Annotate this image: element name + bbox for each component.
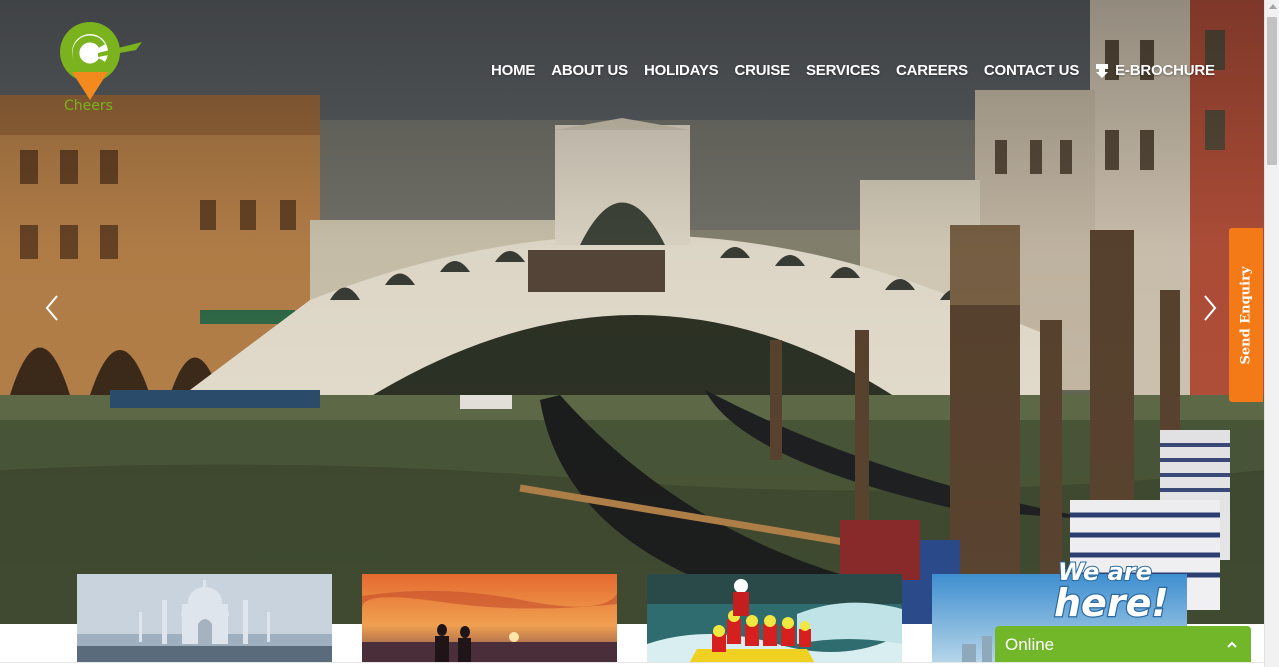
nav-services[interactable]: SERVICES bbox=[806, 62, 880, 79]
nav-holidays[interactable]: HOLIDAYS bbox=[644, 62, 719, 79]
nav-careers[interactable]: CAREERS bbox=[896, 62, 968, 79]
send-enquiry-label: Send Enquiry bbox=[1238, 266, 1254, 364]
scrollbar-thumb[interactable] bbox=[1267, 17, 1277, 165]
nav-contact-us[interactable]: CONTACT US bbox=[984, 62, 1079, 79]
nav-home[interactable]: HOME bbox=[491, 62, 535, 79]
download-icon bbox=[1096, 63, 1109, 78]
holiday-card-sunset[interactable] bbox=[362, 574, 617, 667]
page: Cheers HOME ABOUT US HOLIDAYS CRUISE SER… bbox=[0, 0, 1279, 667]
send-enquiry-tab[interactable]: Send Enquiry bbox=[1229, 228, 1263, 402]
nav-about-us[interactable]: ABOUT US bbox=[551, 62, 628, 79]
chevron-left-icon[interactable] bbox=[40, 292, 64, 324]
taj-mahal-photo bbox=[77, 574, 332, 667]
holiday-card-taj-mahal[interactable] bbox=[77, 574, 332, 667]
river-rafting-photo bbox=[647, 574, 902, 667]
nav-e-brochure[interactable]: E-BROCHURE bbox=[1095, 62, 1215, 79]
chevron-up-icon[interactable] bbox=[1225, 638, 1239, 652]
holiday-card-rafting[interactable] bbox=[647, 574, 902, 667]
nav-e-brochure-label: E-BROCHURE bbox=[1115, 62, 1215, 79]
page-bottom-strip bbox=[0, 662, 1264, 667]
we-are-here-line2: here! bbox=[1054, 581, 1169, 625]
logo-wordmark: Cheers bbox=[64, 98, 113, 114]
nav-cruise[interactable]: CRUISE bbox=[734, 62, 790, 79]
main-nav: HOME ABOUT US HOLIDAYS CRUISE SERVICES C… bbox=[491, 62, 1215, 79]
hero-slider bbox=[0, 0, 1264, 624]
hero-overlay bbox=[0, 0, 1264, 624]
vertical-scrollbar[interactable] bbox=[1264, 0, 1279, 667]
we-are-here-banner[interactable]: We are here! bbox=[1050, 552, 1200, 626]
chevron-right-icon[interactable] bbox=[1198, 292, 1222, 324]
chat-online-bar[interactable]: Online bbox=[995, 626, 1251, 664]
scroll-up-arrow-icon[interactable] bbox=[1269, 4, 1277, 9]
chat-status: Online bbox=[1005, 635, 1055, 654]
sunset-couple-photo bbox=[362, 574, 617, 667]
